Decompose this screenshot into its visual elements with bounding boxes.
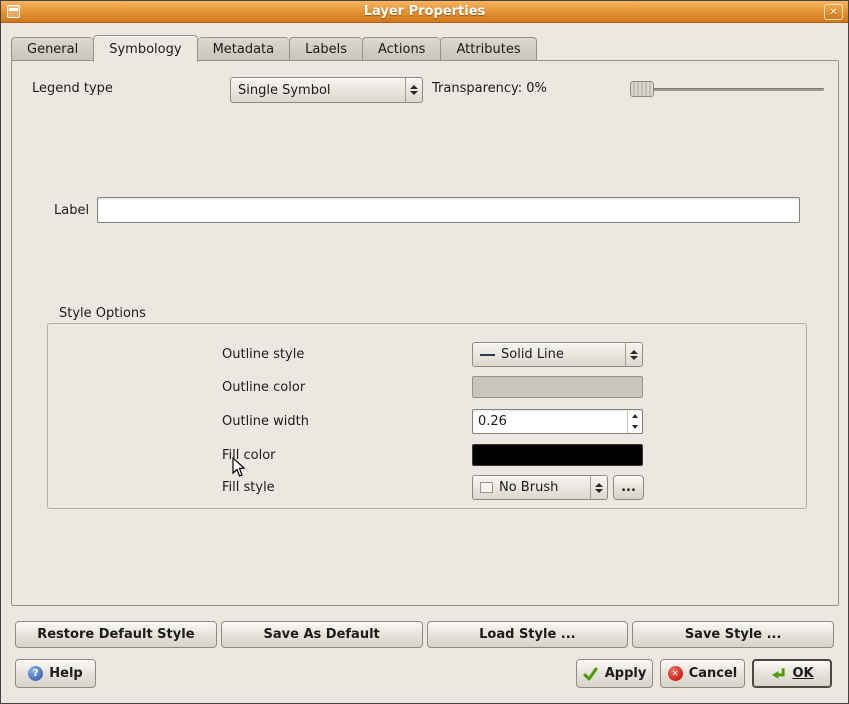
save-as-default-button[interactable]: Save As Default: [221, 621, 423, 648]
outline-color-button[interactable]: [472, 376, 643, 398]
help-button-label: Help: [49, 666, 82, 681]
legend-type-value: Single Symbol: [238, 83, 331, 98]
fill-style-value: No Brush: [499, 480, 558, 495]
tab-metadata[interactable]: Metadata: [198, 37, 290, 61]
tab-general[interactable]: General: [11, 37, 93, 61]
legend-type-combo[interactable]: Single Symbol: [230, 77, 423, 103]
style-buttons-row: Restore Default Style Save As Default Lo…: [15, 621, 834, 648]
combo-arrows-icon: [590, 476, 607, 499]
solid-line-icon: [480, 354, 495, 356]
combo-arrows-icon: [405, 78, 422, 102]
load-style-button[interactable]: Load Style ...: [427, 621, 629, 648]
dialog-buttons: Apply ✕ Cancel OK: [576, 659, 832, 688]
apply-button-label: Apply: [605, 666, 647, 681]
no-brush-icon: [480, 482, 493, 493]
label-input[interactable]: [97, 197, 800, 223]
fill-style-label: Fill style: [222, 480, 275, 495]
tab-symbology[interactable]: Symbology: [93, 35, 197, 62]
layer-properties-dialog: Layer Properties ✕ General Symbology Met…: [0, 0, 849, 704]
ok-button-label: OK: [792, 666, 813, 681]
cancel-icon: ✕: [668, 666, 683, 681]
cancel-button[interactable]: ✕ Cancel: [660, 659, 745, 688]
outline-width-label: Outline width: [222, 414, 309, 429]
help-icon: ?: [28, 666, 43, 681]
outline-width-spinbox[interactable]: [472, 409, 643, 434]
restore-default-style-button[interactable]: Restore Default Style: [15, 621, 217, 648]
cancel-button-label: Cancel: [689, 666, 738, 681]
transparency-label: Transparency: 0%: [432, 81, 547, 96]
window-icon: [7, 5, 20, 18]
spin-up-icon[interactable]: [628, 410, 642, 422]
fill-color-label: Fill color: [222, 448, 276, 463]
save-style-button[interactable]: Save Style ...: [632, 621, 834, 648]
style-options-group: [47, 323, 807, 509]
tab-labels[interactable]: Labels: [289, 37, 362, 61]
tab-actions[interactable]: Actions: [362, 37, 441, 61]
label-label: Label: [54, 203, 89, 218]
outline-color-label: Outline color: [222, 380, 305, 395]
combo-arrows-icon: [625, 343, 642, 366]
fill-style-combo[interactable]: No Brush: [472, 475, 608, 500]
style-options-title: Style Options: [59, 306, 146, 321]
outline-width-input[interactable]: [473, 410, 627, 433]
window-title: Layer Properties: [1, 4, 848, 19]
titlebar[interactable]: Layer Properties ✕: [1, 1, 848, 23]
slider-handle[interactable]: [630, 81, 654, 97]
outline-style-combo[interactable]: Solid Line: [472, 342, 643, 367]
fill-color-button[interactable]: [472, 444, 643, 466]
outline-style-value: Solid Line: [501, 347, 564, 362]
ok-arrow-icon: [770, 666, 786, 682]
symbology-panel: Legend type Single Symbol Transparency: …: [11, 60, 839, 606]
ok-button[interactable]: OK: [752, 659, 832, 688]
close-icon[interactable]: ✕: [824, 4, 843, 20]
outline-style-label: Outline style: [222, 347, 304, 362]
spin-down-icon[interactable]: [628, 422, 642, 434]
legend-type-label: Legend type: [32, 81, 113, 96]
apply-button[interactable]: Apply: [576, 659, 653, 688]
help-button[interactable]: ? Help: [15, 659, 96, 688]
transparency-slider[interactable]: [630, 81, 826, 97]
tab-bar: General Symbology Metadata Labels Action…: [11, 34, 537, 61]
apply-check-icon: [583, 666, 599, 682]
fill-style-more-button[interactable]: ...: [613, 475, 644, 500]
tab-attributes[interactable]: Attributes: [440, 37, 536, 61]
slider-track[interactable]: [630, 88, 824, 91]
